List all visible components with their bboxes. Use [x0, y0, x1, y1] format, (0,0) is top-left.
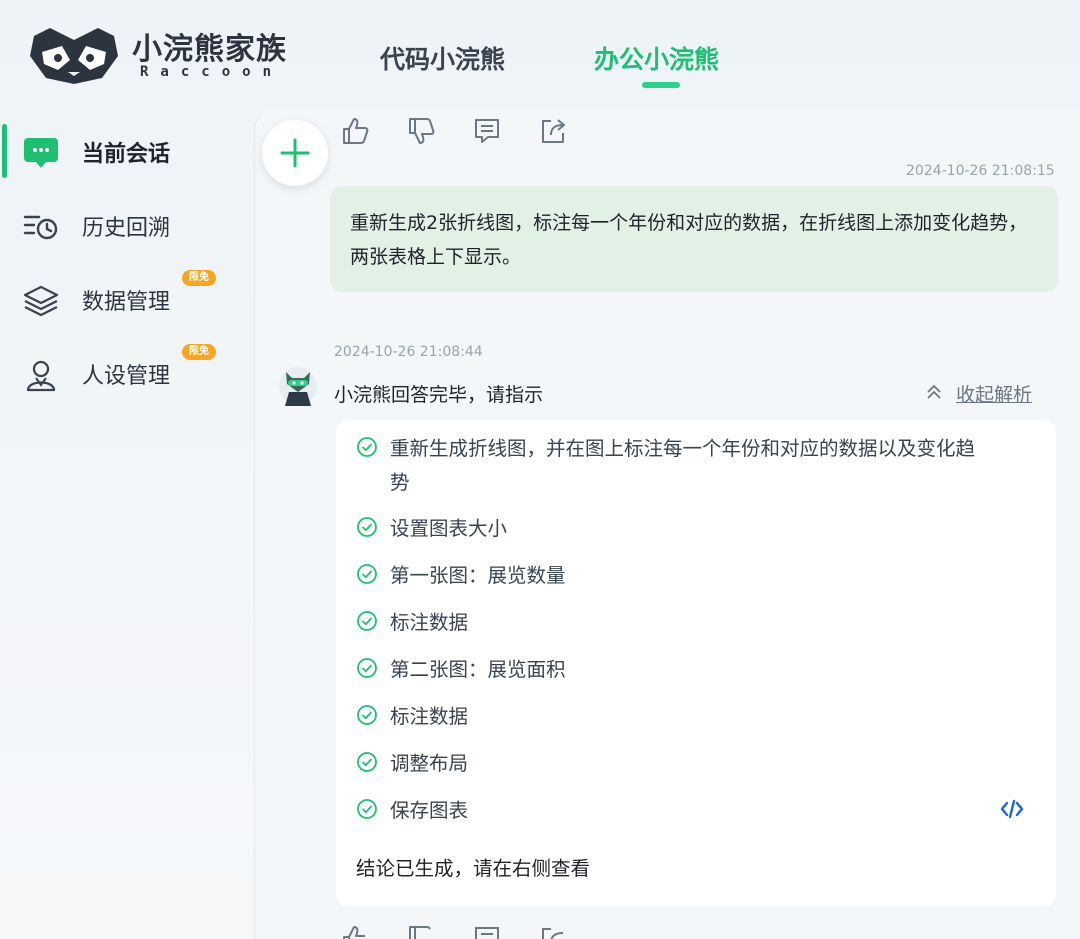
chat-icon	[24, 138, 58, 168]
tab-office-raccoon[interactable]: 办公小浣熊	[594, 40, 719, 76]
analysis-step-text: 保存图表	[390, 799, 469, 822]
new-chat-button[interactable]	[262, 120, 328, 186]
sidebar: 当前会话 历史回溯 数据管理 限免 人设管理 限免	[0, 110, 252, 939]
check-circle-icon	[357, 437, 377, 457]
tab-code-raccoon[interactable]: 代码小浣熊	[380, 40, 505, 76]
bot-message-timestamp: 2024-10-26 21:08:44	[334, 344, 483, 360]
check-circle-icon	[357, 658, 377, 678]
plus-icon	[280, 138, 310, 168]
check-circle-icon	[357, 705, 377, 725]
analysis-step-text: 标注数据	[390, 705, 469, 728]
app-header: 小浣熊家族 Raccoon 代码小浣熊 办公小浣熊	[0, 0, 1080, 108]
check-circle-icon	[357, 752, 377, 772]
user-message-timestamp: 2024-10-26 21:08:15	[906, 163, 1055, 179]
sidebar-item-label: 数据管理	[82, 290, 171, 315]
analysis-card: 重新生成折线图，并在图上标注每一个年份和对应的数据以及变化趋势 设置图表大小 第…	[336, 420, 1056, 906]
layers-icon	[23, 285, 59, 317]
analysis-step-text: 重新生成折线图，并在图上标注每一个年份和对应的数据以及变化趋势	[390, 437, 976, 494]
check-circle-icon	[357, 799, 377, 819]
analysis-step-text: 标注数据	[390, 611, 469, 634]
comment-icon[interactable]	[472, 116, 502, 146]
user-message-text: 重新生成2张折线图，标注每一个年份和对应的数据，在折线图上添加变化趋势，两张表格…	[350, 212, 1028, 268]
comment-icon[interactable]	[472, 924, 502, 939]
active-tab-indicator	[642, 82, 680, 88]
raccoon-logo-icon	[30, 28, 118, 84]
sidebar-item-current-session[interactable]: 当前会话	[0, 122, 252, 182]
person-icon	[26, 360, 56, 392]
thumbs-down-icon[interactable]	[406, 116, 436, 146]
sidebar-item-history[interactable]: 历史回溯	[0, 196, 252, 256]
sidebar-item-persona-management[interactable]: 人设管理 限免	[0, 344, 252, 404]
check-circle-icon	[357, 564, 377, 584]
collapse-analysis-label: 收起解析	[956, 384, 1033, 406]
sidebar-item-label: 历史回溯	[82, 216, 171, 241]
thumbs-up-icon[interactable]	[340, 116, 370, 146]
raccoon-avatar	[279, 367, 317, 406]
sidebar-item-data-management[interactable]: 数据管理 限免	[0, 270, 252, 330]
check-circle-icon	[357, 611, 377, 631]
bot-message-title: 小浣熊回答完毕，请指示	[334, 384, 544, 406]
analysis-step-text: 调整布局	[390, 752, 469, 775]
check-circle-icon	[357, 517, 377, 537]
free-badge: 限免	[182, 270, 216, 286]
share-icon[interactable]	[538, 116, 568, 146]
free-badge: 限免	[182, 344, 216, 360]
user-message-bubble: 重新生成2张折线图，标注每一个年份和对应的数据，在折线图上添加变化趋势，两张表格…	[330, 186, 1058, 292]
share-icon[interactable]	[538, 924, 568, 939]
chevron-up-double-icon	[927, 384, 941, 399]
conclusion-text: 结论已生成，请在右侧查看	[356, 857, 591, 880]
thumbs-down-icon[interactable]	[406, 924, 436, 939]
sidebar-item-label: 人设管理	[82, 364, 171, 389]
code-icon[interactable]	[1000, 798, 1024, 820]
analysis-step-text: 第二张图：展览面积	[390, 658, 566, 681]
thumbs-up-icon[interactable]	[340, 924, 370, 939]
analysis-step-text: 第一张图：展览数量	[390, 564, 566, 587]
analysis-step-text: 设置图表大小	[390, 517, 508, 540]
history-icon	[23, 215, 58, 240]
brand-name: 小浣熊家族	[132, 32, 287, 67]
brand-subtitle: Raccoon	[140, 64, 284, 80]
sidebar-item-label: 当前会话	[82, 142, 171, 167]
